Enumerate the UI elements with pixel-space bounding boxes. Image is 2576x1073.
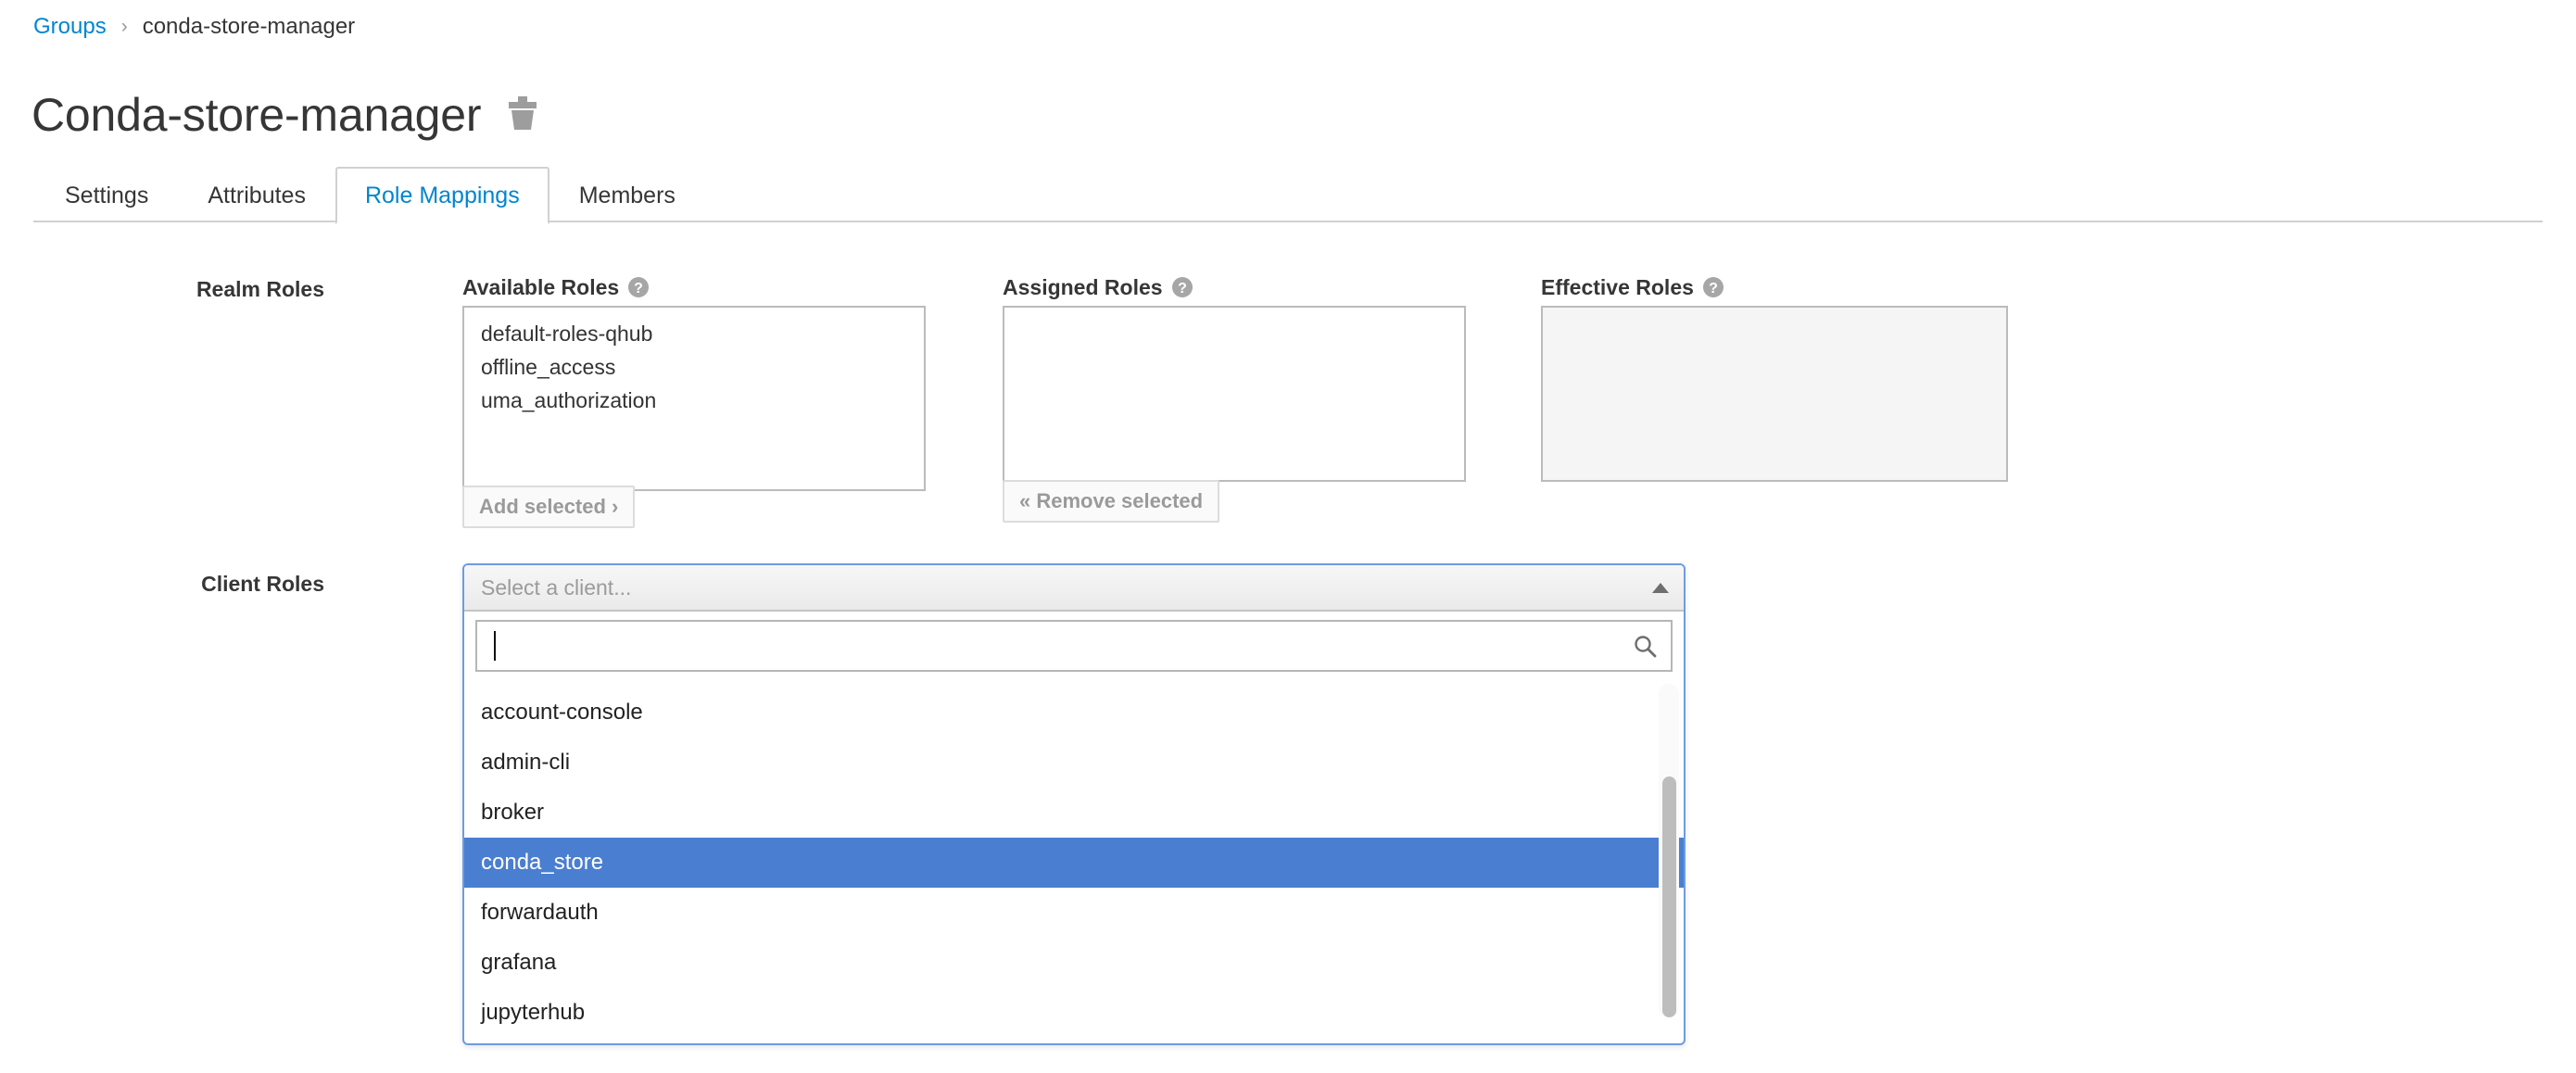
role-mappings-page: Groups › conda-store-manager Conda-store… (0, 0, 2576, 1073)
tab-attributes[interactable]: Attributes (178, 167, 335, 222)
client-search-input[interactable] (496, 632, 1624, 660)
client-search-field[interactable] (475, 620, 1673, 672)
effective-roles-title-text: Effective Roles (1541, 275, 1694, 299)
client-option-admin-cli[interactable]: admin-cli (464, 738, 1684, 788)
available-roles-title-text: Available Roles (462, 275, 620, 299)
svg-text:?: ? (634, 281, 643, 297)
client-select-placeholder: Select a client... (481, 574, 632, 600)
remove-selected-button[interactable]: « Remove selected (1003, 480, 1220, 523)
breadcrumb: Groups › conda-store-manager (33, 13, 355, 41)
page-title: Conda-store-manager (32, 89, 482, 141)
available-roles-title: Available Roles ? (462, 274, 650, 300)
tab-role-mappings[interactable]: Role Mappings (335, 167, 549, 224)
tab-attributes-label: Attributes (208, 182, 306, 208)
assigned-roles-listbox[interactable] (1003, 306, 1466, 482)
svg-text:?: ? (1178, 281, 1187, 297)
dropdown-scrollbar-thumb[interactable] (1662, 776, 1676, 1017)
client-option-account-console[interactable]: account-console (464, 688, 1684, 738)
tab-settings[interactable]: Settings (35, 167, 178, 222)
help-circle-icon[interactable]: ? (1702, 276, 1724, 298)
tab-members-label: Members (578, 182, 676, 208)
client-roles-row-label: Client Roles (201, 572, 324, 596)
list-item[interactable]: uma_authorization (464, 384, 924, 417)
realm-roles-row-label: Realm Roles (196, 277, 324, 301)
help-circle-icon[interactable]: ? (627, 276, 650, 298)
client-option-list[interactable]: account-console admin-cli broker conda_s… (464, 682, 1684, 1038)
breadcrumb-separator-icon: › (120, 16, 128, 37)
breadcrumb-link-groups[interactable]: Groups (33, 13, 107, 41)
tab-bar: Settings Attributes Role Mappings Member… (0, 165, 2576, 224)
svg-text:?: ? (1709, 281, 1718, 297)
tab-role-mappings-label: Role Mappings (364, 182, 520, 208)
assigned-roles-title: Assigned Roles ? (1003, 274, 1193, 300)
client-search-row (464, 612, 1684, 682)
client-option-broker[interactable]: broker (464, 788, 1684, 838)
list-item[interactable]: offline_access (464, 350, 924, 384)
client-option-grafana[interactable]: grafana (464, 938, 1684, 988)
dropdown-scrollbar-track[interactable] (1659, 684, 1679, 1017)
search-icon[interactable] (1632, 633, 1658, 659)
effective-roles-listbox (1541, 306, 2008, 482)
effective-roles-title: Effective Roles ? (1541, 274, 1724, 300)
client-select-toggle[interactable]: Select a client... (464, 565, 1684, 612)
add-selected-button[interactable]: Add selected › (462, 486, 636, 528)
tab-settings-label: Settings (65, 182, 149, 208)
list-item[interactable]: default-roles-qhub (464, 317, 924, 350)
client-option-forwardauth[interactable]: forwardauth (464, 888, 1684, 938)
assigned-roles-title-text: Assigned Roles (1003, 275, 1163, 299)
chevron-up-icon[interactable] (1652, 582, 1669, 593)
breadcrumb-current: conda-store-manager (142, 14, 356, 39)
tab-members[interactable]: Members (549, 167, 705, 222)
trash-icon[interactable] (507, 95, 538, 135)
client-option-conda-store[interactable]: conda_store (464, 838, 1684, 888)
client-select-dropdown[interactable]: Select a client... account-console admin… (462, 563, 1686, 1045)
available-roles-listbox[interactable]: default-roles-qhub offline_access uma_au… (462, 306, 926, 491)
client-option-jupyterhub[interactable]: jupyterhub (464, 988, 1684, 1038)
help-circle-icon[interactable]: ? (1171, 276, 1193, 298)
page-header: Conda-store-manager (32, 88, 538, 142)
